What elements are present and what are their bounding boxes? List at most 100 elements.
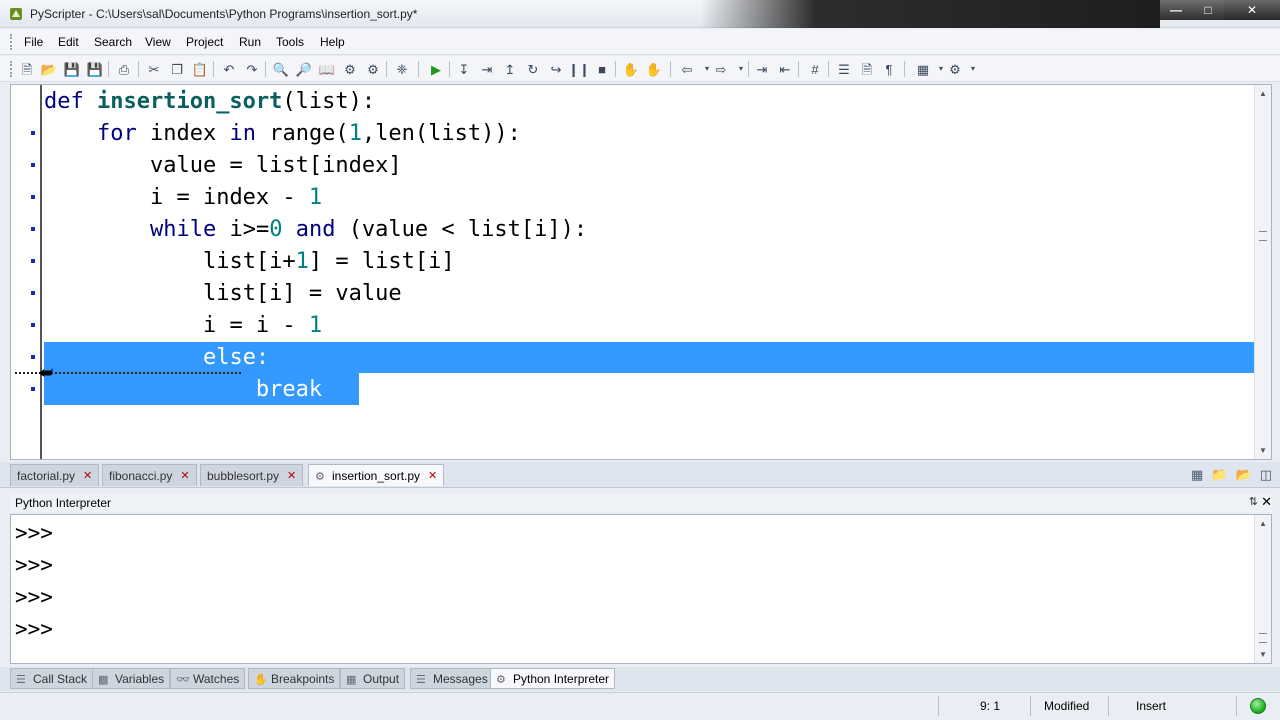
- unindent-icon[interactable]: ⇤: [776, 60, 794, 78]
- python-engine-icon[interactable]: ❈: [393, 60, 411, 78]
- options-icon[interactable]: ⚙: [946, 60, 964, 78]
- menu-tools[interactable]: Tools: [276, 35, 304, 49]
- menu-project[interactable]: Project: [186, 35, 223, 49]
- scroll-up-icon[interactable]: ▲: [1259, 519, 1267, 528]
- run-icon[interactable]: ▶: [427, 60, 445, 78]
- step-into-icon[interactable]: ↧: [455, 60, 473, 78]
- comment-icon[interactable]: #: [806, 60, 824, 78]
- find-icon[interactable]: 🔍: [272, 60, 290, 78]
- code-line[interactable]: while i>=0 and (value < list[i]):: [44, 214, 587, 246]
- code-text-area[interactable]: def insertion_sort(list): for index in r…: [44, 85, 1254, 459]
- console-vertical-scrollbar[interactable]: ▲ ▼: [1254, 515, 1271, 663]
- code-line[interactable]: value = list[index]: [44, 150, 402, 182]
- new-file-icon[interactable]: 🗎: [18, 60, 36, 78]
- tab-output[interactable]: ▦ Output: [340, 668, 406, 689]
- menu-run[interactable]: Run: [239, 35, 261, 49]
- tab-messages[interactable]: ☰ Messages: [410, 668, 494, 689]
- save-all-icon[interactable]: 💾: [86, 60, 104, 78]
- code-token: (list):: [282, 89, 376, 114]
- close-panel-icon[interactable]: ✕: [1261, 494, 1272, 510]
- run-to-cursor-icon[interactable]: ↻: [524, 60, 542, 78]
- code-line[interactable]: list[i+1] = list[i]: [44, 246, 455, 278]
- menu-view[interactable]: View: [145, 35, 171, 49]
- scrollbar-thumb[interactable]: [1259, 633, 1267, 643]
- close-tab-icon[interactable]: ✕: [428, 469, 437, 482]
- numbered-list-icon[interactable]: ☰: [835, 60, 853, 78]
- window-title: PyScripter - C:\Users\sal\Documents\Pyth…: [30, 7, 418, 21]
- toggle-view-icon[interactable]: 🗎: [858, 60, 876, 78]
- tab-fibonacci[interactable]: fibonacci.py ✕: [102, 464, 197, 486]
- pin-icon[interactable]: ⇅: [1249, 495, 1258, 508]
- menu-search[interactable]: Search: [94, 35, 132, 49]
- tab-watches[interactable]: 👓 Watches: [170, 668, 246, 689]
- close-tab-icon[interactable]: ✕: [180, 469, 189, 482]
- interpreter-console[interactable]: >>> >>> >>> >>> ▲ ▼: [10, 514, 1272, 664]
- tab-python-interpreter[interactable]: ⚙ Python Interpreter: [490, 668, 616, 689]
- menu-edit[interactable]: Edit: [58, 35, 79, 49]
- step-out-icon[interactable]: ↥: [501, 60, 519, 78]
- pilcrow-icon[interactable]: ¶: [880, 60, 898, 78]
- scroll-up-icon[interactable]: ▲: [1259, 89, 1267, 98]
- scroll-down-icon[interactable]: ▼: [1259, 446, 1267, 455]
- close-tab-icon[interactable]: ✕: [287, 469, 296, 482]
- code-line[interactable]: for index in range(1,len(list)):: [44, 118, 521, 150]
- toolbar-grip[interactable]: [10, 61, 14, 77]
- folder-icon[interactable]: 📁: [1211, 467, 1227, 483]
- debug-icon[interactable]: ⚙: [364, 60, 382, 78]
- window-list-icon[interactable]: ▦: [1191, 467, 1203, 483]
- save-icon[interactable]: 💾: [63, 60, 81, 78]
- python-icon: ⚙: [496, 673, 506, 686]
- options-dropdown-icon[interactable]: ▾: [964, 60, 982, 78]
- layout-icon[interactable]: ▦: [914, 60, 932, 78]
- cut-icon[interactable]: ✂: [145, 60, 163, 78]
- close-button[interactable]: ✕: [1224, 0, 1280, 20]
- nav-forward-icon[interactable]: ⇨: [712, 60, 730, 78]
- tab-variables[interactable]: ▩ Variables: [92, 668, 171, 689]
- scrollbar-thumb[interactable]: [1259, 231, 1267, 241]
- menu-grip[interactable]: [10, 34, 14, 50]
- copy-icon[interactable]: ❐: [168, 60, 186, 78]
- tab-insertion-sort[interactable]: ⚙ insertion_sort.py ✕: [308, 464, 445, 486]
- tab-factorial[interactable]: factorial.py ✕: [10, 464, 100, 486]
- open-folder-icon[interactable]: 📂: [40, 60, 58, 78]
- nav-back-icon[interactable]: ⇦: [678, 60, 696, 78]
- clear-breakpoints-icon[interactable]: ✋: [645, 60, 663, 78]
- code-line[interactable]: i = index - 1: [44, 182, 322, 214]
- stop-icon[interactable]: ■: [593, 60, 611, 78]
- code-editor[interactable]: def insertion_sort(list): for index in r…: [10, 84, 1272, 460]
- folder-open-icon[interactable]: 📂: [1236, 467, 1252, 483]
- maximize-button[interactable]: □: [1192, 0, 1224, 20]
- paste-icon[interactable]: 📋: [191, 60, 209, 78]
- status-separator: [1236, 696, 1237, 716]
- indent-icon[interactable]: ⇥: [753, 60, 771, 78]
- step-over-icon[interactable]: ⇥: [478, 60, 496, 78]
- toolbar-separator: [265, 61, 266, 77]
- evaluate-icon[interactable]: ↪: [547, 60, 565, 78]
- tile-icon[interactable]: ◫: [1260, 467, 1272, 483]
- code-line[interactable]: else:: [44, 342, 270, 374]
- menu-file[interactable]: File: [24, 35, 43, 49]
- menu-help[interactable]: Help: [320, 35, 345, 49]
- editor-vertical-scrollbar[interactable]: ▲ ▼: [1254, 85, 1271, 459]
- code-token: def: [44, 89, 97, 114]
- find-in-files-icon[interactable]: 📖: [318, 60, 336, 78]
- scroll-down-icon[interactable]: ▼: [1259, 650, 1267, 659]
- toolbar-separator: [213, 61, 214, 77]
- code-line[interactable]: i = i - 1: [44, 310, 322, 342]
- back-icon[interactable]: ↶: [220, 60, 238, 78]
- toggle-breakpoint-icon[interactable]: ✋: [622, 60, 640, 78]
- forward-icon[interactable]: ↷: [243, 60, 261, 78]
- code-line[interactable]: def insertion_sort(list):: [44, 86, 375, 118]
- print-icon[interactable]: ⎙: [115, 60, 133, 78]
- code-line[interactable]: break: [44, 374, 323, 406]
- pause-icon[interactable]: ❙❙: [568, 60, 590, 78]
- tab-breakpoints[interactable]: ✋ Breakpoints: [248, 668, 341, 689]
- code-line[interactable]: list[i] = value: [44, 278, 402, 310]
- minimize-button[interactable]: —: [1160, 0, 1192, 20]
- syntax-check-icon[interactable]: ⚙: [341, 60, 359, 78]
- close-tab-icon[interactable]: ✕: [83, 469, 92, 482]
- tab-call-stack[interactable]: ☰ Call Stack: [10, 668, 94, 689]
- tab-bubblesort[interactable]: bubblesort.py ✕: [200, 464, 304, 486]
- find-replace-icon[interactable]: 🔎: [295, 60, 313, 78]
- editor-gutter[interactable]: [11, 85, 41, 459]
